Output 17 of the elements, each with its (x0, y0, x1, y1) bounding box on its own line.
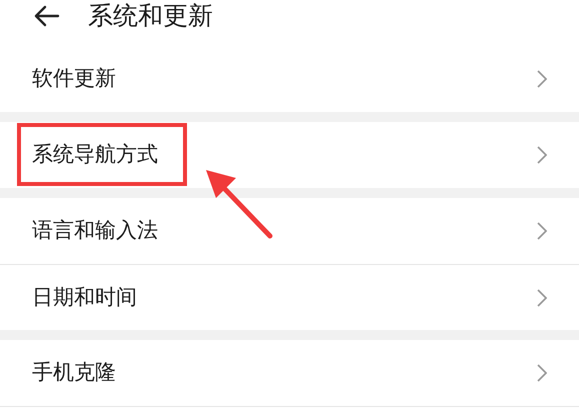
settings-row[interactable]: 语言和输入法 (0, 198, 579, 264)
page-title: 系统和更新 (88, 2, 213, 30)
row-label: 日期和时间 (32, 284, 137, 311)
chevron-icon (537, 70, 547, 88)
chevron-icon (537, 146, 547, 164)
row-label: 语言和输入法 (32, 217, 158, 244)
settings-row[interactable]: 手机克隆 (0, 340, 579, 406)
chevron-icon (537, 222, 547, 240)
row-label: 手机克隆 (32, 359, 116, 386)
settings-row[interactable]: 软件更新 (0, 46, 579, 112)
settings-row[interactable]: 日期和时间 (0, 264, 579, 330)
back-icon[interactable] (34, 5, 60, 27)
row-label: 软件更新 (32, 65, 116, 92)
chevron-icon (537, 288, 547, 306)
row-label: 系统导航方式 (32, 141, 158, 168)
settings-row[interactable]: 系统导航方式 (0, 122, 579, 188)
chevron-icon (537, 364, 547, 382)
